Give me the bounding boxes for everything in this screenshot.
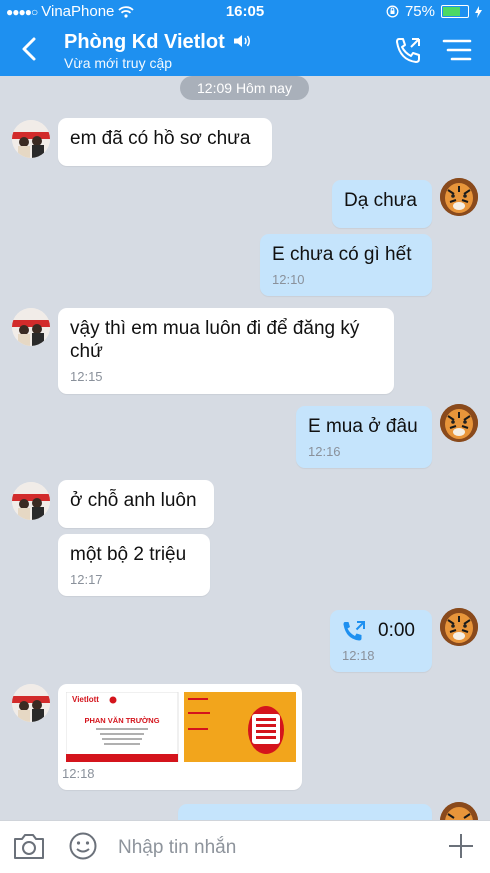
message-bubble[interactable]: một bộ 2 triệu 12:17 [58,534,210,596]
message-text: em đã có hồ sơ chưa [70,128,251,149]
avatar[interactable] [12,482,50,520]
avatar[interactable] [12,684,50,722]
presence-status: Vừa mới truy cập [64,55,173,71]
back-icon[interactable] [14,34,44,64]
speaker-icon [234,35,251,47]
message-bubble[interactable]: E chưa có gì hết 12:10 [260,234,432,296]
battery-percent: 75% [404,3,435,20]
date-separator: 12:09 Hôm nay [180,76,309,100]
avatar[interactable] [440,802,478,820]
contact-photo [12,308,50,346]
message-bubble[interactable]: em đã có hồ sơ chưa [58,118,272,166]
message-text: một bộ 2 triệu [70,544,187,565]
message-time: 12:15 [70,369,103,384]
message-bubble[interactable]: Dạ chưa [332,180,432,228]
status-bar: ●●●●○ VinaPhone 16:05 75% [0,0,490,24]
battery-icon [441,5,469,18]
message-time: 12:17 [70,572,103,587]
contact-photo [12,482,50,520]
phone-icon[interactable] [394,36,424,64]
contact-photo [440,608,478,646]
contact-photo [440,802,478,820]
outgoing-call-icon [343,620,365,640]
avatar[interactable] [440,404,478,442]
emoji-icon[interactable] [68,831,98,861]
contact-photo [12,120,50,158]
composer: Nhập tin nhắn [0,820,490,873]
message-time: 12:18 [62,766,95,781]
message-text: vậy thì em mua luôn đi để đăng ký chứ [70,318,360,362]
contact-photo [440,404,478,442]
message-bubble[interactable]: vậy thì em mua luôn đi để đăng ký chứ 12… [58,308,394,394]
message-bubble[interactable] [178,804,432,820]
message-text: ở chỗ anh luôn [70,490,197,511]
avatar[interactable] [440,178,478,216]
message-text: E mua ở đâu [308,416,418,437]
message-bubble[interactable]: ở chỗ anh luôn [58,480,214,528]
conversation-name: Phòng Kd Vietlot [64,31,225,53]
business-card-image[interactable]: Vietlott PHAN VĂN TRƯỜNG [66,692,296,762]
image-message[interactable]: Vietlott PHAN VĂN TRƯỜNG 12:18 [58,684,302,790]
avatar[interactable] [12,120,50,158]
message-text: E chưa có gì hết [272,244,412,265]
orientation-lock-icon [386,5,399,18]
message-list[interactable]: 12:09 Hôm nay em đã có hồ sơ chưa Dạ chư… [0,76,490,820]
camera-icon[interactable] [12,831,46,861]
message-text: Dạ chưa [344,190,417,211]
chat-header: Phòng Kd Vietlot Vừa mới truy cập [0,24,490,76]
card-holder-name: PHAN VĂN TRƯỜNG [84,716,159,725]
card-logo: Vietlott [72,695,99,704]
message-bubble[interactable]: E mua ở đâu 12:16 [296,406,432,468]
menu-icon[interactable] [442,37,472,63]
conversation-title[interactable]: Phòng Kd Vietlot [64,31,252,54]
message-time: 12:10 [272,272,305,287]
avatar[interactable] [440,608,478,646]
avatar[interactable] [12,308,50,346]
contact-photo [12,684,50,722]
charging-icon [475,5,482,18]
message-time: 12:16 [308,444,341,459]
call-duration: 0:00 [378,620,415,641]
plus-icon[interactable] [446,831,476,861]
call-bubble[interactable]: 0:00 12:18 [330,610,432,672]
message-input[interactable]: Nhập tin nhắn [118,837,236,859]
contact-photo [440,178,478,216]
message-time: 12:18 [342,648,375,663]
